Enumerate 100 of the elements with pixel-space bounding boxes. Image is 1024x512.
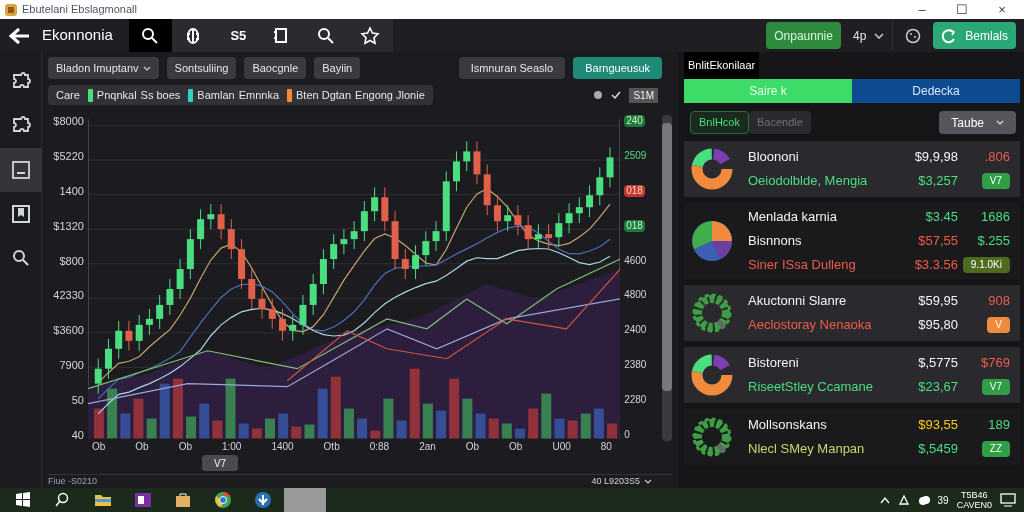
candlestick [606, 146, 614, 188]
candlestick [473, 140, 481, 185]
axis-label: $800 [59, 254, 84, 267]
change-badge: V7 [981, 173, 1010, 189]
price-badge: 240 [624, 115, 645, 127]
scrollbar-thumb[interactable] [662, 123, 672, 391]
change-text: $.255 [977, 233, 1010, 249]
candlestick [555, 212, 563, 248]
candlestick [504, 204, 512, 232]
volume-bar [435, 410, 446, 439]
volume-bar [146, 418, 157, 439]
search-icon [10, 248, 31, 268]
volume-bar [554, 418, 565, 439]
axis-label: $8000 [53, 115, 84, 127]
filter-chip[interactable]: Sontsuliing [166, 57, 237, 79]
candlestick [176, 258, 184, 300]
candlestick [360, 200, 368, 242]
scrollbar[interactable] [662, 115, 672, 441]
volume-bar [264, 418, 275, 439]
price-text: $95,80 [917, 317, 958, 333]
tab[interactable]: BnlHcok [690, 111, 749, 134]
pie-chart-icon [690, 219, 734, 263]
volume-bar [475, 413, 486, 439]
axis-label: 0 [624, 428, 630, 441]
segment-button[interactable]: Dedecka [852, 79, 1020, 103]
gear-chart-icon [690, 291, 734, 335]
sidebar-item[interactable] [0, 148, 42, 192]
sort-dropdown[interactable]: Taube [939, 111, 1016, 134]
candlestick [452, 150, 460, 192]
volume-bar [528, 408, 538, 439]
change-badge: V7 [981, 379, 1010, 395]
candlestick [319, 248, 327, 295]
volume-bar [383, 398, 394, 439]
watchlist-row[interactable]: Akuctonni Slanre $59,95 908 Aeclostoray Nenaoka $95,80 V [684, 285, 1020, 341]
candlestick [493, 194, 501, 232]
candlestick [534, 223, 542, 250]
watchlist-row[interactable]: Menlada karnia $3.45 1686 Bisnnons $57,55 $.255 Siner ISsa Dulleng $3.3.56 9.1.0Ki [684, 203, 1020, 279]
candlestick [145, 308, 153, 336]
volume-bar [567, 420, 578, 439]
candlestick [596, 166, 604, 206]
watchlist-row[interactable]: Bistoreni $,5775 $769 RiseetStley Ccamane $23,67 V7 [684, 347, 1020, 403]
volume-bar [343, 408, 354, 439]
candlestick [514, 204, 522, 236]
candlestick [268, 298, 276, 330]
candlestick [115, 320, 123, 360]
toolbar-button[interactable] [172, 19, 217, 52]
volume-bar [159, 383, 170, 439]
candlestick [371, 186, 378, 222]
axis-label: $1320 [53, 219, 84, 232]
secondary-button[interactable]: Ismnuran Seaslo [458, 57, 566, 79]
volume-bar [185, 416, 196, 439]
change-badge: V [987, 317, 1010, 333]
filter-chip[interactable]: Bladon Imuptanv [48, 57, 159, 79]
panel-header: BnlitEkonilaar [684, 52, 760, 79]
filter-chip[interactable]: Baocgnle [244, 57, 307, 79]
watchlist-row[interactable]: Mollsonskans $93,55 189 Nlecl SMey Manpan $,5459 ZZ [684, 409, 1020, 465]
axis-label: 4800 [624, 289, 647, 302]
volume-bar [212, 420, 223, 439]
close-button[interactable]: × [984, 3, 1020, 16]
volume-bar [607, 423, 617, 439]
candlestick [309, 273, 317, 316]
change-text: .806 [984, 149, 1010, 165]
candlestick [340, 228, 348, 255]
chevron-down-icon [644, 479, 652, 484]
candlestick [166, 278, 174, 316]
minimize-button[interactable]: – [904, 3, 940, 16]
toolbar-text-button[interactable]: S5 [216, 19, 261, 52]
volume-bar [251, 428, 262, 439]
toolbar-button[interactable] [348, 19, 393, 52]
toolbar-button[interactable] [128, 19, 173, 52]
browser-icon [214, 491, 232, 509]
chevron-up-icon [879, 496, 890, 504]
price-text: $,5775 [917, 355, 958, 371]
volume-bar [541, 393, 552, 439]
volume-bar [357, 418, 367, 439]
volume-bar [593, 408, 604, 439]
taskbar-preview [284, 488, 326, 512]
candlestick [197, 208, 204, 250]
legend-label: Engong Jlonie [355, 87, 425, 103]
primary-button[interactable]: Onpaunnie [766, 22, 841, 49]
volume-bar [238, 423, 249, 439]
volume-bar [449, 378, 460, 439]
volume-bar [225, 378, 236, 439]
legend-label: Care [56, 87, 80, 103]
candlestick [207, 203, 215, 230]
candlestick [391, 210, 399, 270]
filter-chip[interactable]: Bayiin [314, 57, 361, 79]
candlestick [248, 268, 256, 310]
volume-bar [330, 376, 341, 439]
notification-icon [1000, 493, 1016, 507]
primary-button[interactable]: Barngueusuk [573, 57, 662, 79]
price-badge: 018 [624, 219, 645, 232]
candlestick [432, 220, 440, 252]
axis-label: 4600 [624, 254, 647, 267]
maximize-button[interactable]: ☐ [944, 3, 980, 16]
dot-icon [593, 90, 604, 100]
watchlist-row[interactable]: Bloononi $9,9,98 .806 Oeiodolblde, Mengia $3,257 V7 [684, 141, 1020, 197]
scroll-button[interactable]: V7 [201, 455, 239, 471]
interval-select[interactable]: 4p [844, 22, 894, 49]
footer-text: 40 L9203S5 [591, 474, 640, 488]
